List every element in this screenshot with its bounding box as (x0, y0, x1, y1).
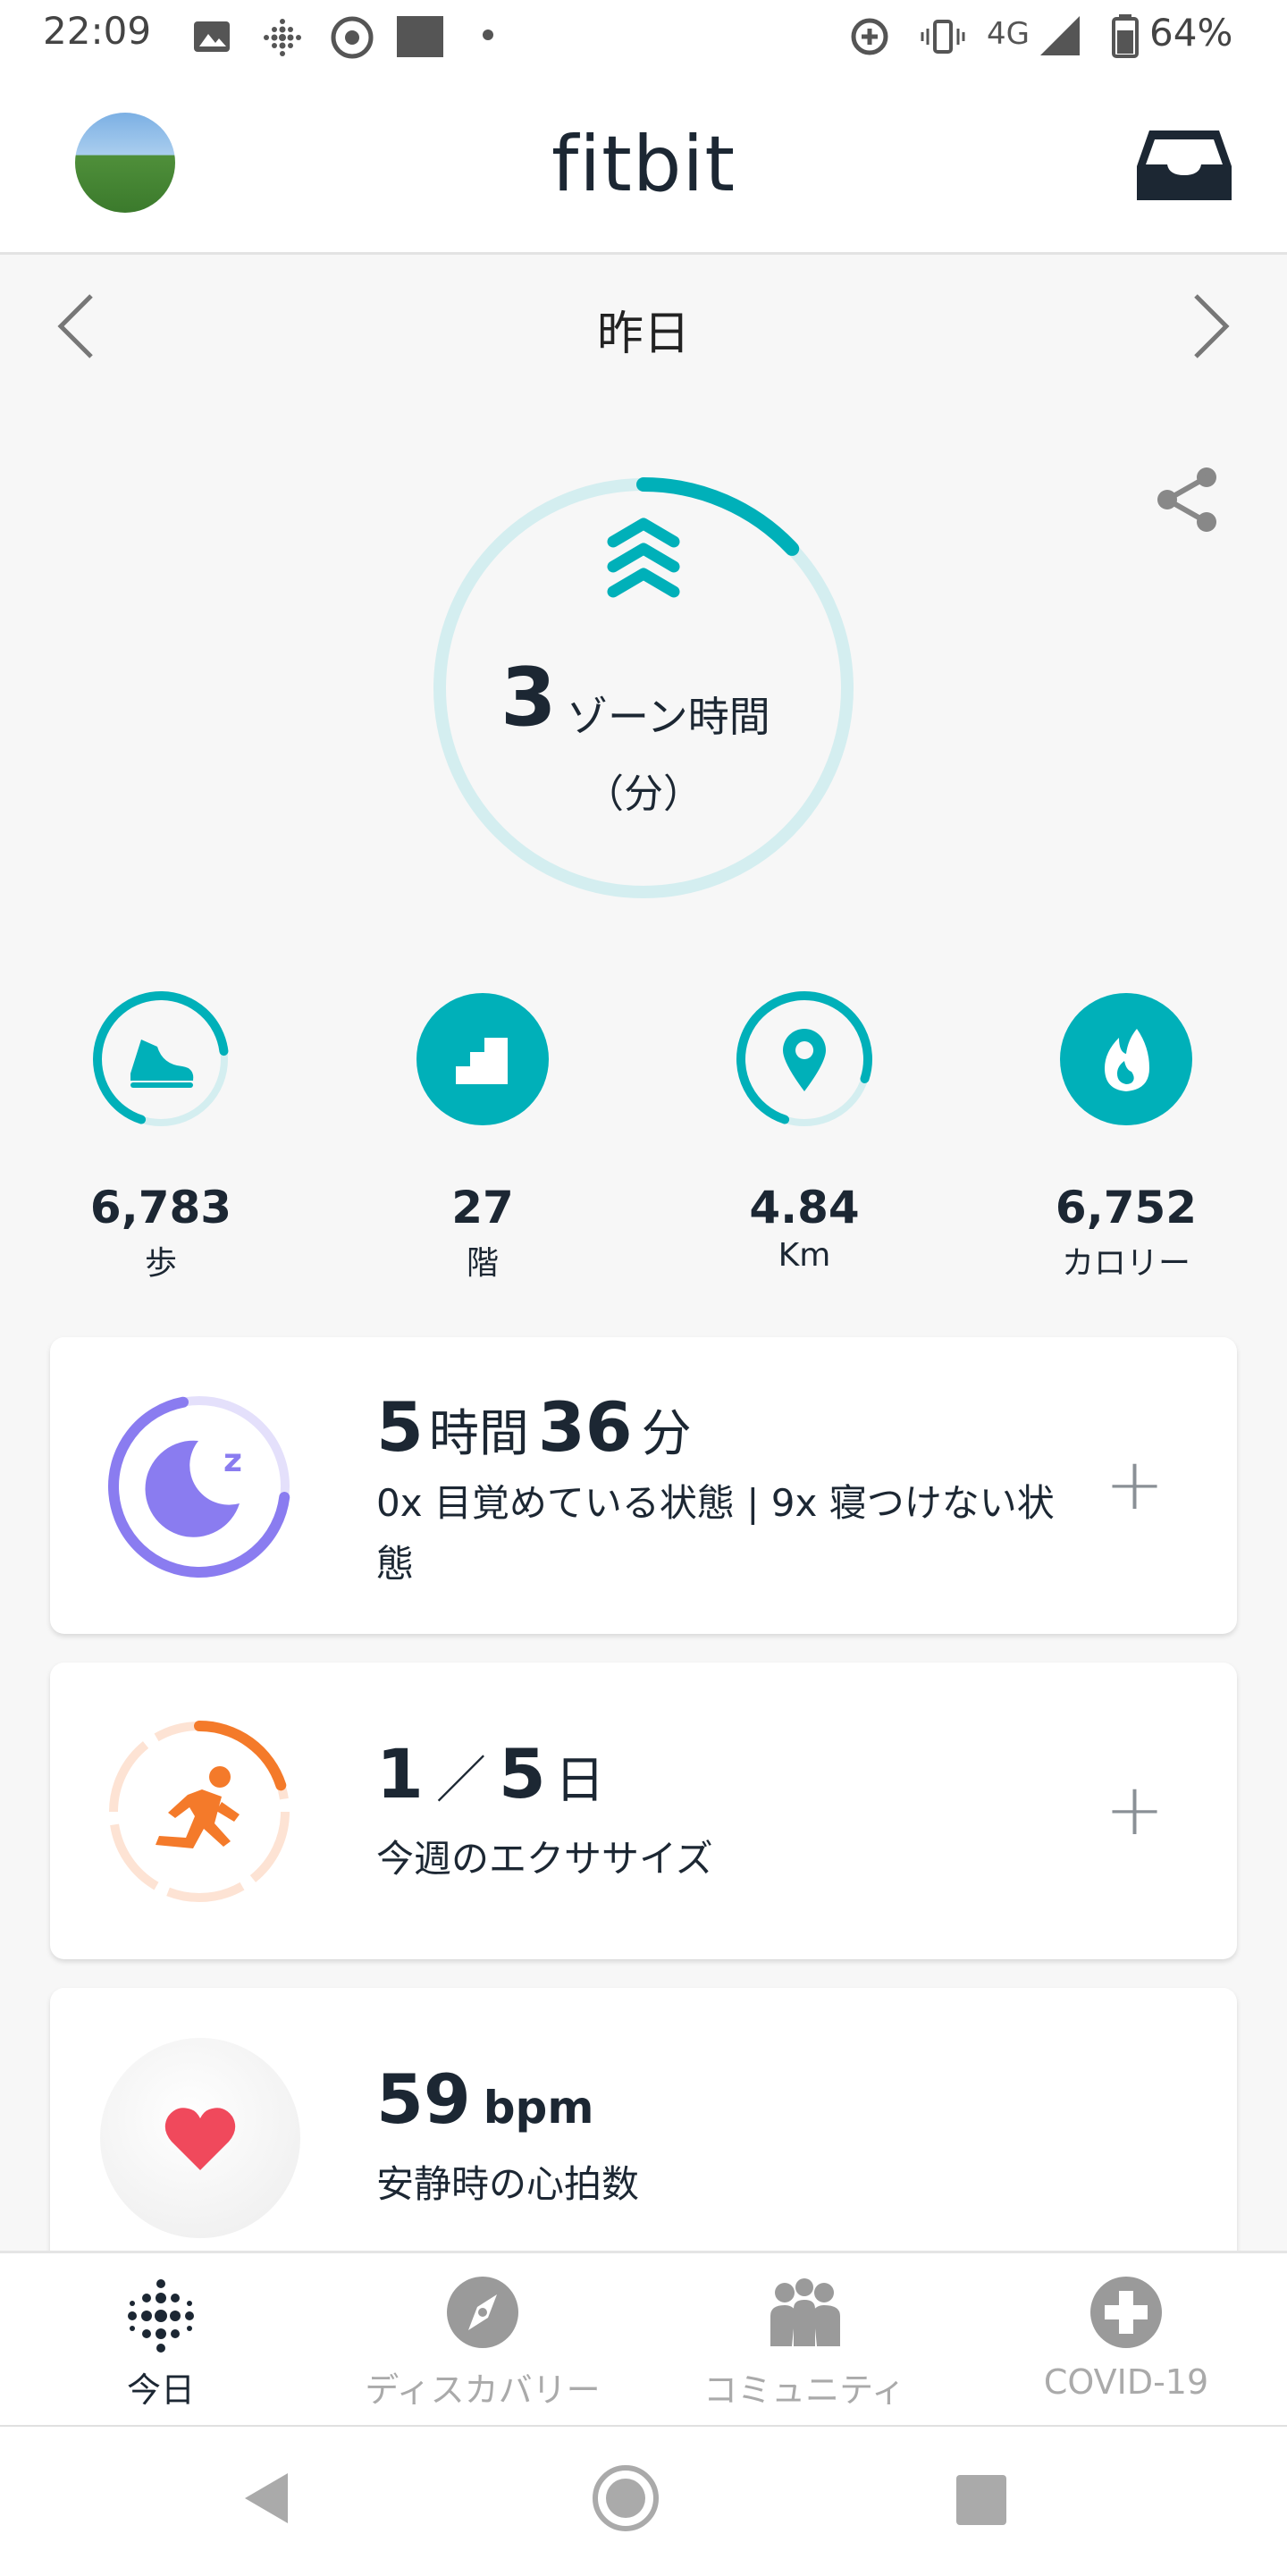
fitbit-dots-icon (128, 2279, 194, 2353)
tab-discover[interactable]: ディスカバリー (340, 2253, 626, 2428)
exercise-done: 1 (376, 1734, 424, 1814)
location-pin-icon (783, 1029, 826, 1091)
distance-label: Km (778, 1237, 831, 1274)
recents-icon[interactable] (956, 2475, 1006, 2525)
date-label: 昨日 (596, 307, 690, 361)
sleep-card[interactable]: z 5 時間 36 分 0x 目覚めている状態 | 9x 寝つけない状態 + (50, 1337, 1237, 1634)
chevron-right-icon[interactable] (1187, 290, 1235, 362)
resting-heart-rate: 59 bpm (376, 2059, 593, 2139)
brand-logo: fitbit (551, 120, 736, 209)
stat-calories[interactable] (1055, 988, 1198, 1134)
signal-icon (1040, 16, 1080, 55)
battery-icon (1112, 14, 1139, 58)
tab-today[interactable]: 今日 (54, 2253, 268, 2428)
floors-ring (416, 993, 549, 1125)
steps-label: 歩 (144, 1245, 177, 1282)
share-icon[interactable] (1153, 465, 1223, 535)
sleep-minutes: 36 (537, 1387, 633, 1467)
heart-rate-unit: bpm (483, 2082, 594, 2134)
tab-covid-label: COVID-19 (1043, 2362, 1209, 2402)
calories-label: カロリー (1061, 1245, 1190, 1282)
distance-text: 4.84 Km (688, 1182, 921, 1274)
network-type: 4G (987, 16, 1030, 52)
floors-label: 階 (466, 1245, 499, 1282)
zone-minutes-unit-paren: （分） (585, 771, 702, 817)
floors-text: 27 階 (366, 1182, 599, 1284)
zone-minutes-unit: ゾーン時間 (567, 693, 770, 741)
sleep-ring: z (108, 1396, 290, 1578)
calories-ring (1060, 993, 1192, 1125)
stat-floors[interactable] (411, 988, 554, 1134)
shoe-icon (130, 1040, 194, 1088)
exercise-card[interactable]: 1 ／ 5 日 今週のエクササイズ + (50, 1663, 1237, 1959)
exercise-progress: 1 ／ 5 日 (376, 1734, 605, 1814)
heart-rate-value: 59 (376, 2059, 471, 2139)
heart-icon (164, 2108, 236, 2170)
add-exercise-button[interactable]: + (1105, 1768, 1165, 1851)
image-icon (194, 21, 230, 52)
tab-community-label: コミュニティ (703, 2370, 905, 2410)
community-icon (770, 2278, 840, 2346)
zone-minutes-value: 3 (500, 651, 557, 745)
bottom-nav: 今日 ディスカバリー コミュニティ COVID-19 (0, 2251, 1287, 2428)
exercise-detail: 今週のエクササイズ (376, 1837, 713, 1881)
tab-discover-label: ディスカバリー (365, 2370, 601, 2410)
date-navigator: 昨日 (0, 255, 1287, 402)
chrome-icon (331, 16, 374, 59)
steps-text: 6,783 歩 (45, 1182, 277, 1284)
distance-value: 4.84 (749, 1182, 860, 1233)
compass-icon (447, 2277, 518, 2348)
vibrate-icon (921, 20, 965, 54)
back-icon[interactable] (240, 2470, 293, 2527)
tab-community[interactable]: コミュニティ (661, 2253, 947, 2428)
stat-distance[interactable] (733, 988, 876, 1134)
plus-cross-icon (1090, 2277, 1162, 2348)
distance-ring (736, 991, 872, 1126)
status-bar: 22:09 4G 64% (0, 0, 1287, 73)
floors-value: 27 (451, 1182, 514, 1233)
app-header: fitbit (0, 73, 1287, 255)
app-notification-icon (397, 16, 443, 57)
calories-text: 6,752 カロリー (1010, 1182, 1242, 1284)
stat-steps[interactable] (89, 988, 232, 1134)
inbox-icon[interactable] (1135, 125, 1233, 206)
zone-chevrons-icon (607, 518, 680, 598)
exercise-ring (109, 1721, 290, 1902)
battery-percent: 64% (1149, 11, 1233, 55)
heart-rate-card[interactable]: 59 bpm 安静時の心拍数 (50, 1988, 1237, 2285)
sleep-minutes-unit: 分 (641, 1405, 692, 1463)
steps-ring (93, 991, 229, 1126)
zzz-icon: z (223, 1443, 242, 1479)
heart-rate-detail: 安静時の心拍数 (376, 2162, 640, 2206)
system-nav-bar (0, 2425, 1287, 2576)
status-time: 22:09 (43, 9, 152, 53)
running-person-icon (156, 1766, 240, 1848)
exercise-unit: 日 (554, 1752, 605, 1810)
steps-value: 6,783 (89, 1182, 232, 1233)
heart-badge (100, 2038, 300, 2238)
more-notifications-icon (483, 29, 493, 40)
data-saver-icon (851, 18, 888, 55)
exercise-separator: ／ (435, 1752, 486, 1810)
sleep-hours-unit: 時間 (428, 1405, 529, 1463)
sleep-duration: 5 時間 36 分 (376, 1387, 692, 1467)
home-icon[interactable] (590, 2462, 661, 2534)
sleep-detail: 0x 目覚めている状態 | 9x 寝つけない状態 (376, 1481, 1055, 1586)
sleep-hours: 5 (376, 1387, 424, 1467)
calories-value: 6,752 (1055, 1182, 1198, 1233)
exercise-goal: 5 (498, 1734, 546, 1814)
tab-covid[interactable]: COVID-19 (1001, 2253, 1251, 2428)
fitbit-notification-icon (264, 19, 301, 56)
add-sleep-button[interactable]: + (1105, 1443, 1165, 1526)
tab-today-label: 今日 (126, 2370, 195, 2410)
